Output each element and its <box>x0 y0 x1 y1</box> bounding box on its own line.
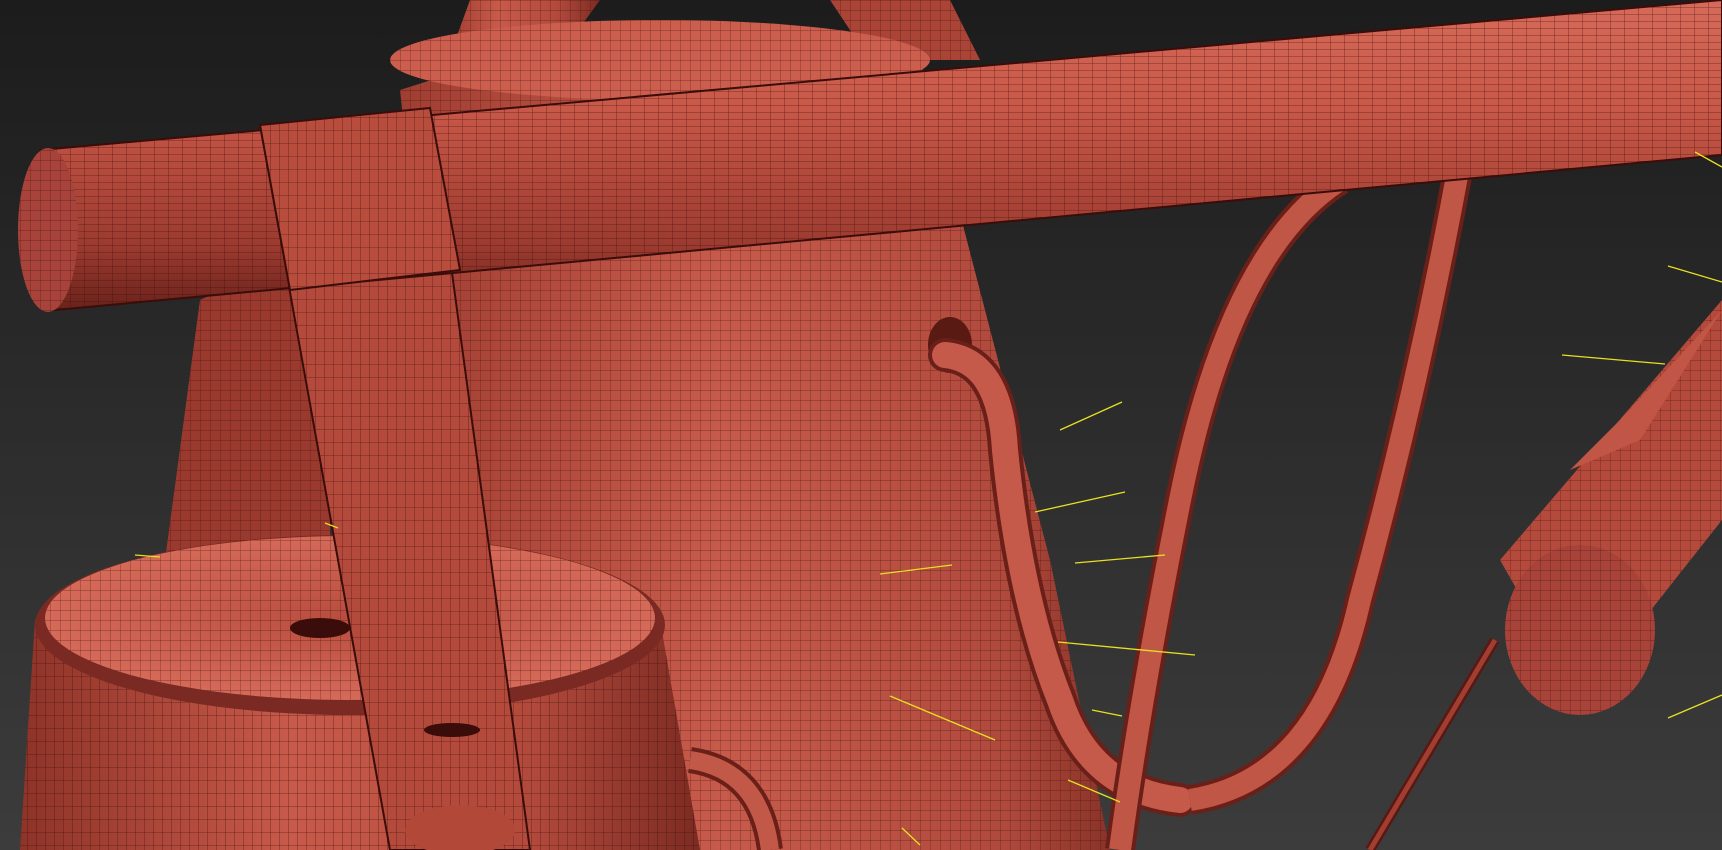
viewport-render[interactable] <box>0 0 1722 850</box>
strap-over-beam <box>258 106 462 292</box>
3d-viewport[interactable] <box>0 0 1722 850</box>
